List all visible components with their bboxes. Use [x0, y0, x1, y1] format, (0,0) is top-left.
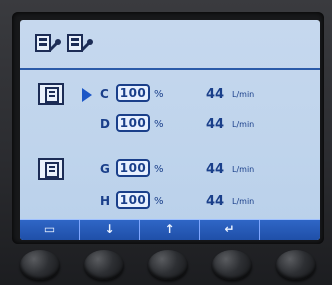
hardware-button-2[interactable] [84, 250, 124, 280]
hardware-button-1[interactable] [20, 250, 60, 280]
pump-wrench-icon[interactable] [66, 32, 94, 56]
percent-value: 100 [119, 86, 147, 100]
flow-unit: L/min [232, 90, 255, 99]
hardware-button-row [0, 244, 332, 285]
channel-label: H [100, 194, 111, 208]
percent-value: 100 [119, 116, 147, 130]
hardware-button-5[interactable] [276, 250, 316, 280]
percent-value: 100 [119, 161, 147, 175]
keyboard-icon: ▭ [43, 222, 56, 236]
pump-wrench-icon[interactable] [34, 32, 62, 56]
flow-unit: L/min [232, 120, 255, 129]
up-arrow-icon: ↑ [164, 222, 175, 236]
flow-value: 44 [206, 117, 225, 132]
enter-icon: ↵ [224, 222, 235, 236]
selection-arrow-icon [82, 88, 92, 102]
top-bar [20, 20, 320, 70]
percent-unit: % [154, 196, 164, 207]
flow-value: 44 [206, 162, 225, 177]
flow-value: 44 [206, 87, 225, 102]
percent-unit: % [154, 119, 164, 130]
channel-label: D [100, 117, 110, 131]
percent-field[interactable]: 100 [116, 191, 150, 209]
softkey-bar: ▭ ↓ ↑ ↵ [20, 219, 320, 240]
channel-row[interactable]: C 100 % 44 L/min [20, 84, 320, 107]
percent-field[interactable]: 100 [116, 159, 150, 177]
hardware-button-4[interactable] [212, 250, 252, 280]
channel-label: G [100, 162, 110, 176]
down-arrow-icon: ↓ [104, 222, 115, 236]
softkey-up[interactable]: ↑ [140, 220, 200, 240]
softkey-down[interactable]: ↓ [80, 220, 140, 240]
softkey-blank[interactable] [260, 220, 320, 240]
percent-field[interactable]: 100 [116, 114, 150, 132]
hardware-button-3[interactable] [148, 250, 188, 280]
softkey-keyboard[interactable]: ▭ [20, 220, 80, 240]
flow-value: 44 [206, 194, 225, 209]
channel-row[interactable]: D 100 % 44 L/min [20, 114, 320, 137]
percent-unit: % [154, 89, 164, 100]
percent-value: 100 [119, 193, 147, 207]
flow-unit: L/min [232, 165, 255, 174]
channel-label: C [100, 87, 109, 101]
flow-unit: L/min [232, 197, 255, 206]
channel-row[interactable]: H 100 % 44 L/min [20, 191, 320, 214]
channel-row[interactable]: G 100 % 44 L/min [20, 159, 320, 182]
softkey-enter[interactable]: ↵ [200, 220, 260, 240]
display-screen: C 100 % 44 L/min D 100 % 44 L/min G 100 … [20, 20, 320, 240]
percent-unit: % [154, 164, 164, 175]
percent-field[interactable]: 100 [116, 84, 150, 102]
